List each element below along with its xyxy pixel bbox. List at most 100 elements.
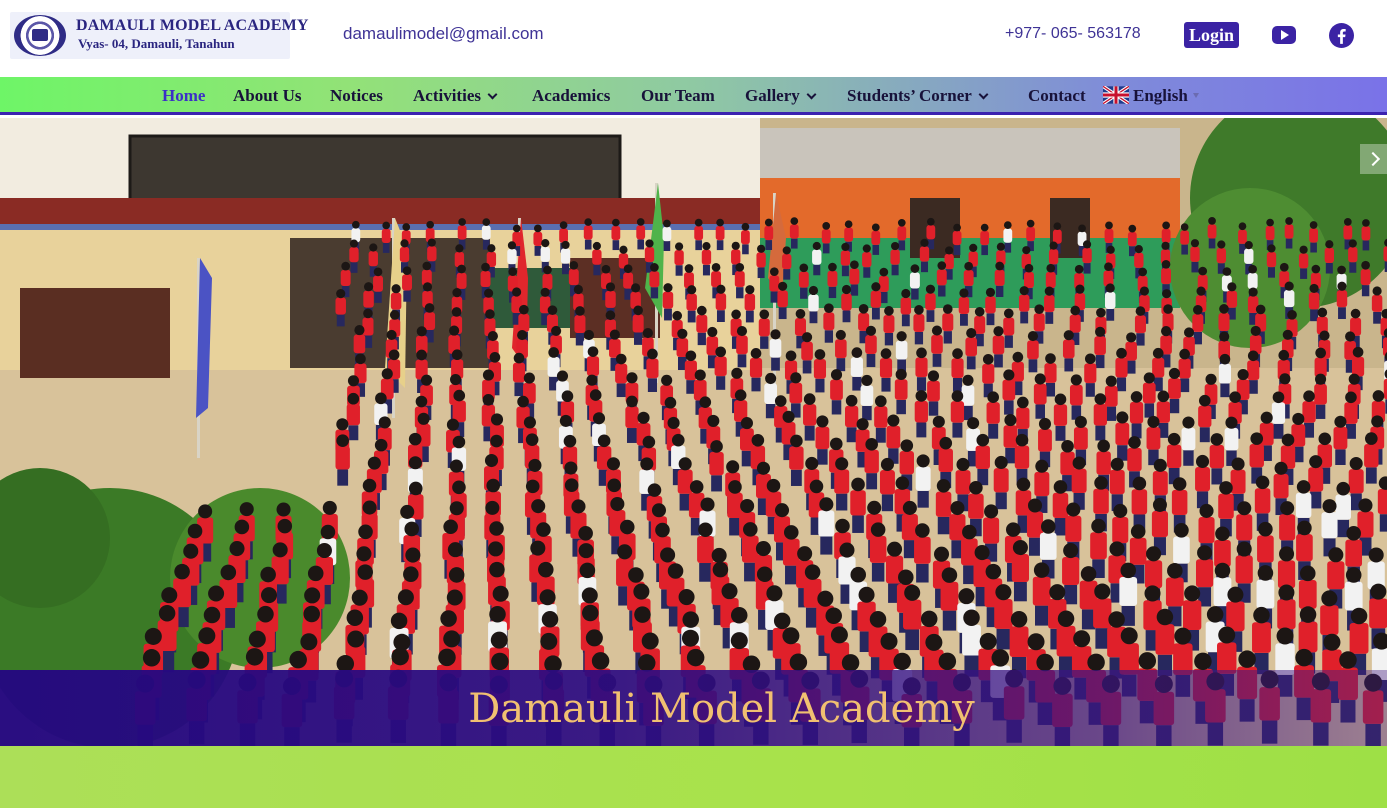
nav-gallery[interactable]: Gallery: [745, 86, 817, 106]
student-head: [1126, 332, 1137, 343]
student-head: [1183, 327, 1195, 338]
student-figure: [883, 315, 895, 333]
facebook-icon[interactable]: [1329, 23, 1354, 48]
student-head: [1026, 219, 1035, 228]
student-figure: [900, 297, 912, 315]
student-figure: [850, 490, 866, 516]
student-figure: [801, 341, 813, 361]
student-head: [880, 457, 894, 471]
student-legs: [765, 403, 776, 419]
student-figure: [1048, 249, 1059, 265]
student-head: [841, 242, 850, 252]
student-head: [1033, 562, 1050, 578]
student-figure: [1198, 516, 1215, 544]
nav-home[interactable]: Home: [162, 86, 205, 106]
student-head: [187, 523, 203, 539]
nav-our-team[interactable]: Our Team: [641, 86, 715, 106]
student-head: [581, 587, 598, 604]
student-head: [993, 326, 1004, 337]
student-figure: [749, 357, 763, 378]
student-figure: [1044, 295, 1055, 313]
nav-about-us[interactable]: About Us: [233, 86, 302, 106]
student-head: [1152, 497, 1167, 512]
student-legs: [862, 405, 872, 421]
student-figure: [1308, 292, 1320, 310]
student-head: [1285, 217, 1293, 225]
student-head: [584, 218, 593, 226]
student-figure: [903, 599, 922, 630]
student-head: [356, 546, 372, 562]
student-head: [962, 374, 974, 386]
student-head: [871, 282, 881, 292]
student-figure: [1333, 426, 1348, 450]
nav-students-corner[interactable]: Students’ Corner: [847, 86, 989, 106]
student-legs: [1144, 403, 1155, 418]
student-head: [1027, 330, 1039, 342]
student-legs: [1267, 267, 1275, 278]
language-selector[interactable]: English: [1103, 86, 1199, 106]
school-logo[interactable]: DAMAULI MODEL ACADEMY Vyas- 04, Damauli,…: [10, 12, 308, 59]
student-head: [1318, 432, 1332, 446]
student-figure: [862, 252, 872, 268]
student-legs: [1345, 423, 1356, 439]
student-head: [1260, 411, 1273, 424]
student-legs: [842, 310, 851, 323]
student-head: [1284, 281, 1294, 291]
student-head: [1309, 455, 1323, 469]
student-head: [1248, 287, 1258, 297]
student-figure: [985, 296, 996, 314]
student-head: [663, 283, 673, 293]
student-head: [397, 589, 414, 606]
student-head: [766, 478, 781, 493]
student-head: [994, 455, 1008, 470]
student-head: [400, 239, 409, 248]
youtube-icon[interactable]: [1272, 26, 1296, 44]
student-figure: [849, 268, 860, 285]
student-head: [1087, 653, 1105, 672]
student-head: [814, 349, 826, 360]
student-head: [1096, 307, 1106, 318]
student-head: [1094, 476, 1108, 490]
login-button[interactable]: Login: [1184, 22, 1240, 48]
student-head: [711, 547, 727, 563]
student-head: [1080, 566, 1097, 582]
nav-contact[interactable]: Contact: [1028, 86, 1086, 106]
student-figure: [605, 290, 616, 308]
email-link[interactable]: damaulimodel@gmail.com: [343, 24, 544, 44]
nav-academics[interactable]: Academics: [532, 86, 610, 106]
student-head: [841, 654, 860, 672]
student-head: [731, 309, 741, 320]
student-head: [664, 396, 677, 409]
student-head: [1225, 416, 1238, 429]
student-legs: [374, 291, 382, 303]
student-figure: [869, 535, 887, 563]
student-head: [619, 245, 628, 254]
student-head: [830, 626, 848, 644]
student-figure: [1152, 470, 1168, 496]
student-figure: [611, 225, 621, 241]
student-legs: [1285, 238, 1293, 249]
hero-assembly-photo: [0, 118, 1387, 746]
student-head: [1105, 375, 1117, 387]
student-head: [1156, 608, 1174, 626]
student-head: [1210, 433, 1224, 446]
student-figure: [1238, 229, 1247, 244]
student-head: [351, 220, 360, 229]
student-figure: [1247, 272, 1258, 290]
student-head: [1282, 329, 1293, 340]
student-head: [548, 347, 559, 358]
student-figure: [574, 315, 586, 334]
student-figure: [1279, 514, 1296, 541]
slider-next-button[interactable]: [1360, 144, 1387, 174]
student-head: [1017, 396, 1029, 409]
student-figure: [649, 271, 660, 288]
student-head: [778, 281, 788, 291]
student-head: [731, 367, 743, 379]
student-figure: [615, 363, 628, 384]
student-legs: [966, 356, 976, 370]
student-head: [422, 261, 432, 271]
student-legs: [866, 354, 876, 368]
nav-activities[interactable]: Activities: [413, 86, 498, 106]
student-head: [915, 390, 928, 402]
nav-notices[interactable]: Notices: [330, 86, 383, 106]
